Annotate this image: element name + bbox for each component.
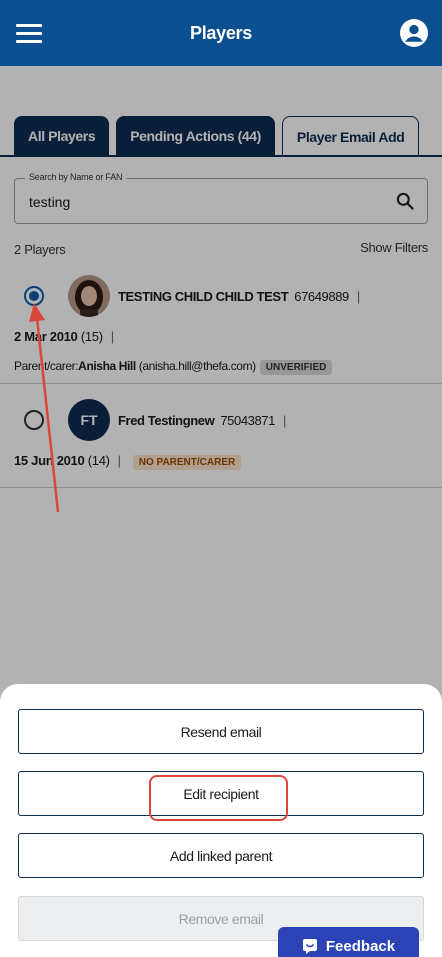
highlight-box — [149, 775, 288, 821]
add-linked-parent-button[interactable]: Add linked parent — [18, 833, 424, 878]
feedback-label: Feedback — [325, 937, 396, 955]
resend-email-button[interactable]: Resend email — [18, 709, 424, 754]
account-circle-icon[interactable] — [400, 19, 428, 47]
smile-chat-icon — [302, 939, 317, 954]
hamburger-icon[interactable] — [16, 24, 42, 43]
app-header: Players — [0, 0, 442, 66]
page-title: Players — [190, 22, 252, 43]
feedback-button[interactable]: Feedback — [278, 927, 419, 957]
